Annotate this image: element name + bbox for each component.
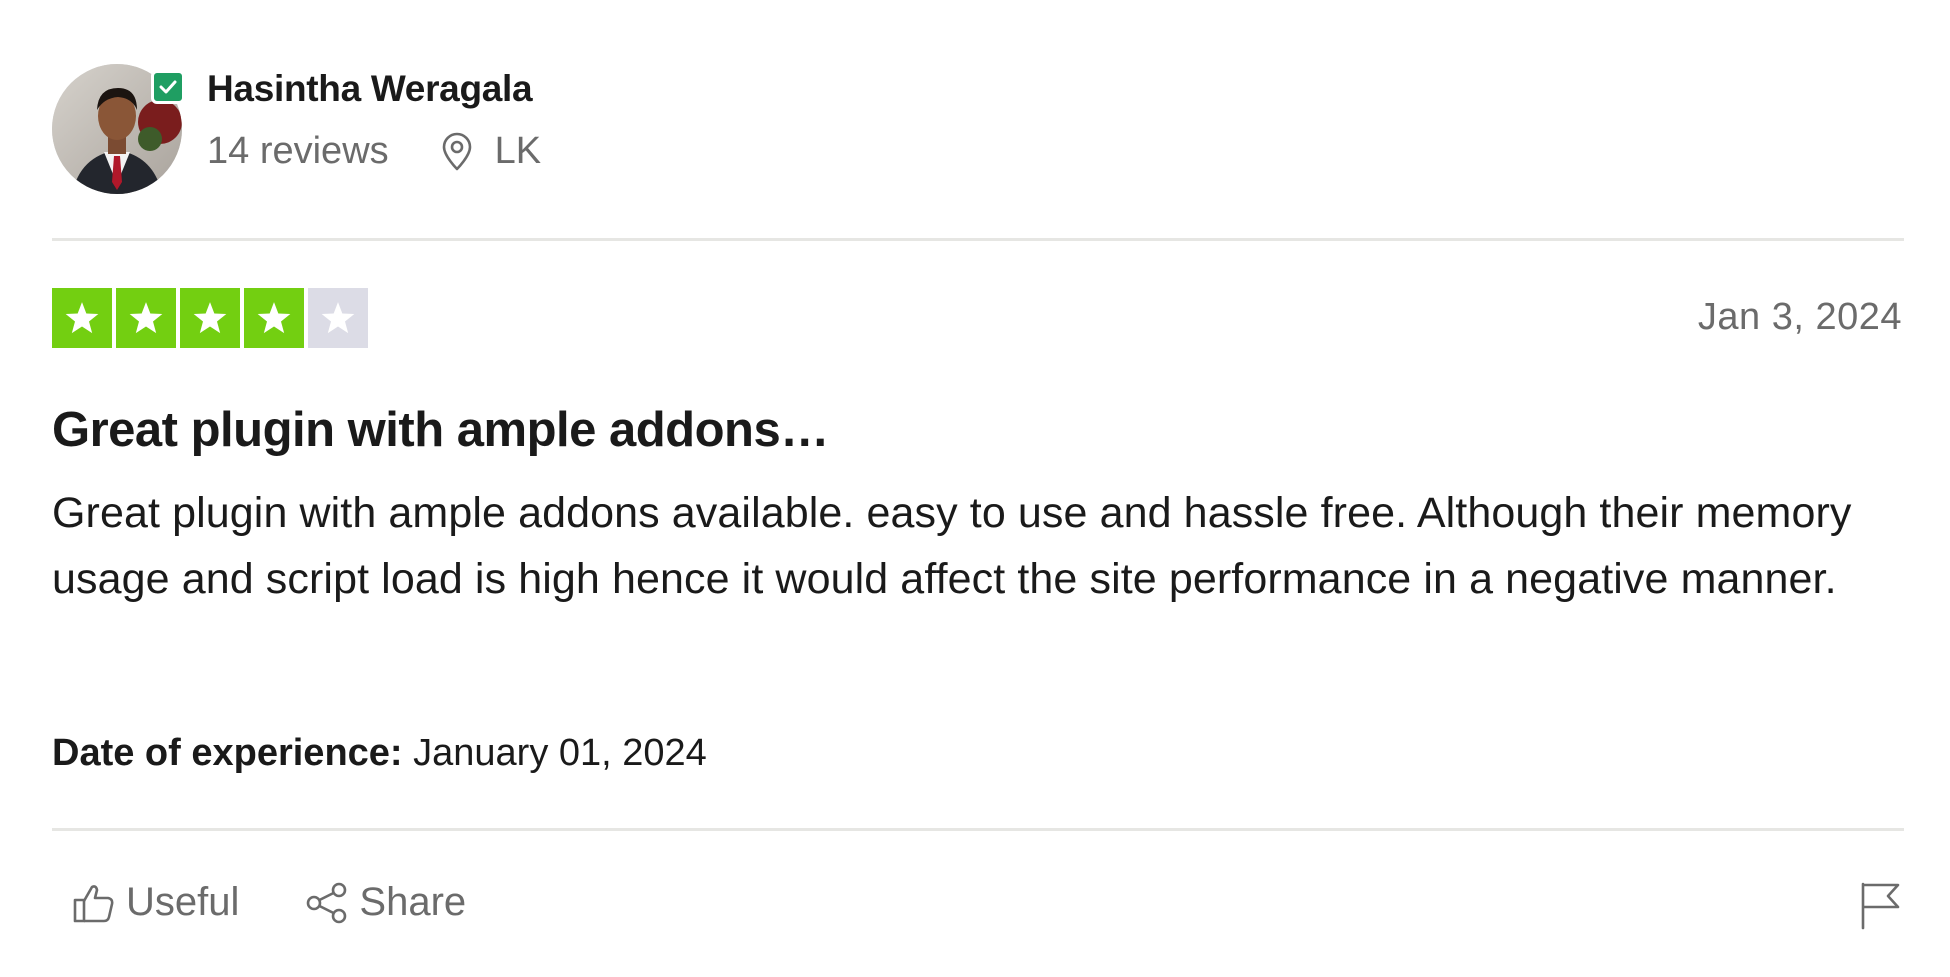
star-icon [65, 302, 99, 334]
star-5 [308, 288, 368, 348]
avatar[interactable] [52, 64, 185, 194]
star-2 [116, 288, 176, 348]
review-body: Great plugin with ample addons available… [52, 489, 1852, 603]
reviewer-meta: 14 reviews LK [207, 130, 541, 173]
review-title[interactable]: Great plugin with ample addons… [52, 402, 829, 458]
experience-date: January 01, 2024 [402, 732, 707, 774]
share-button[interactable]: Share [305, 880, 466, 925]
reviews-count: 14 reviews [207, 130, 389, 172]
star-1 [52, 288, 112, 348]
date-of-experience: Date of experience: January 01, 2024 [52, 732, 707, 775]
experience-label: Date of experience: [52, 732, 403, 774]
footer-divider [52, 828, 1904, 831]
star-icon [321, 302, 355, 334]
reviewer-country: LK [494, 130, 542, 172]
share-icon [307, 882, 347, 923]
star-4 [244, 288, 304, 348]
review-date: Jan 3, 2024 [1697, 296, 1902, 338]
star-icon [257, 302, 291, 334]
checkmark-icon [159, 80, 177, 94]
thumbs-up-icon [73, 884, 114, 922]
star-icon [129, 302, 163, 334]
header-divider [52, 238, 1904, 241]
report-flag-icon[interactable] [1858, 880, 1902, 930]
reviewer-location: LK [439, 130, 541, 173]
location-pin-icon [442, 132, 471, 170]
review-card: Hasintha Weragala 14 reviews LK Jan 3, 2… [52, 0, 1904, 977]
verified-badge [151, 70, 185, 104]
reviewer-name[interactable]: Hasintha Weragala [207, 68, 533, 110]
review-actions: Useful Share [72, 880, 466, 925]
share-label: Share [359, 880, 467, 924]
reviewer-header: Hasintha Weragala 14 reviews LK [52, 60, 952, 195]
useful-button[interactable]: Useful [72, 880, 239, 925]
useful-label: Useful [126, 880, 240, 924]
star-rating [52, 288, 368, 348]
star-3 [180, 288, 240, 348]
star-icon [193, 302, 227, 334]
